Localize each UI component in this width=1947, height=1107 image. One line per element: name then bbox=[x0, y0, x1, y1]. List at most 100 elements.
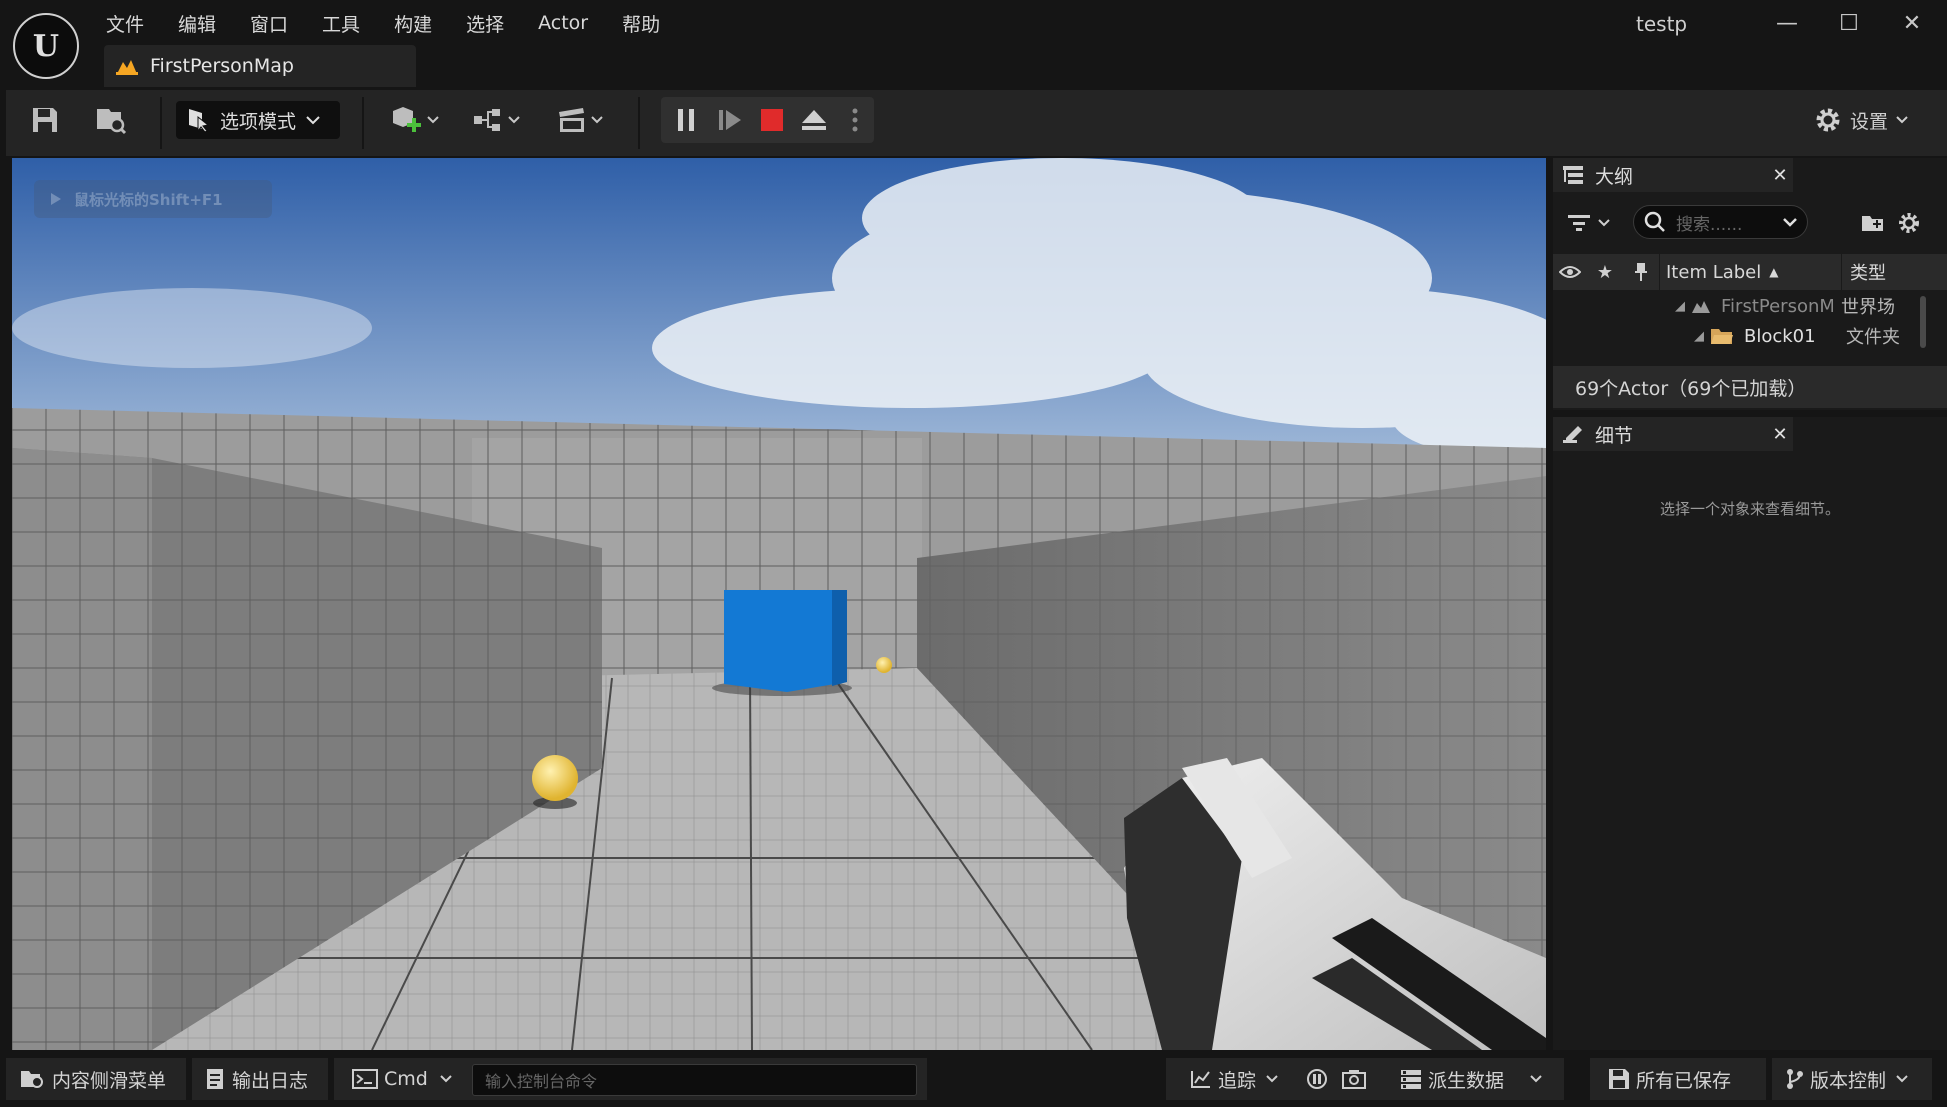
source-control-dropdown[interactable]: 版本控制 bbox=[1786, 1058, 1908, 1100]
chevron-down-icon bbox=[440, 1075, 452, 1083]
browse-content-icon[interactable] bbox=[92, 100, 130, 140]
add-folder-icon[interactable] bbox=[1858, 207, 1888, 239]
derived-data-dropdown[interactable]: 派生数据 bbox=[1400, 1058, 1542, 1100]
expand-arrow-icon[interactable]: ◢ bbox=[1694, 329, 1704, 344]
play-options-button[interactable] bbox=[844, 100, 866, 140]
save-all-label: 所有已保存 bbox=[1636, 1069, 1732, 1092]
yellow-sphere-far[interactable] bbox=[876, 657, 892, 673]
settings-dropdown[interactable]: 设置 bbox=[1814, 101, 1908, 139]
console-command-input[interactable]: 输入控制台命令 bbox=[472, 1064, 917, 1096]
menu-window[interactable]: 窗口 bbox=[250, 10, 288, 37]
level-tab[interactable]: FirstPersonMap bbox=[104, 45, 416, 87]
eye-icon[interactable] bbox=[1553, 265, 1587, 279]
cmd-dropdown[interactable]: Cmd bbox=[352, 1058, 452, 1100]
minimize-button[interactable]: — bbox=[1767, 8, 1807, 38]
sort-ascending-icon: ▲ bbox=[1769, 265, 1779, 279]
column-type[interactable]: 类型 bbox=[1841, 254, 1886, 290]
outliner-row[interactable]: ◢ FirstPersonM 世界场 bbox=[1553, 291, 1947, 321]
stop-icon bbox=[761, 109, 783, 131]
branch-icon bbox=[1786, 1068, 1804, 1090]
save-all-button[interactable]: 所有已保存 bbox=[1608, 1058, 1731, 1100]
gear-icon[interactable] bbox=[1894, 207, 1924, 239]
stop-button[interactable] bbox=[754, 100, 790, 140]
toolbar-separator bbox=[362, 97, 364, 149]
cinematics-dropdown[interactable] bbox=[552, 100, 608, 140]
details-empty-message: 选择一个对象来查看细节。 bbox=[1659, 500, 1840, 518]
outliner-row-type: 世界场 bbox=[1841, 297, 1895, 318]
filter-dropdown[interactable] bbox=[1568, 210, 1610, 236]
select-mode-icon bbox=[186, 107, 210, 133]
chevron-down-icon bbox=[427, 116, 439, 124]
search-placeholder: 搜索...... bbox=[1676, 214, 1743, 235]
play-icon bbox=[50, 192, 62, 206]
column-item-label[interactable]: Item Label ▲ bbox=[1659, 254, 1841, 290]
expand-arrow-icon[interactable]: ◢ bbox=[1675, 299, 1685, 314]
add-actor-dropdown[interactable] bbox=[386, 100, 442, 140]
chevron-down-icon bbox=[1896, 1075, 1908, 1083]
screenshot-button[interactable] bbox=[1342, 1058, 1366, 1100]
details-tab[interactable]: 细节 ✕ bbox=[1553, 417, 1793, 451]
menu-edit[interactable]: 编辑 bbox=[178, 10, 216, 37]
menu-build[interactable]: 构建 bbox=[394, 10, 432, 37]
frame-advance-icon bbox=[719, 110, 741, 130]
level-tab-label: FirstPersonMap bbox=[150, 55, 294, 77]
world-icon bbox=[1691, 298, 1711, 314]
trace-dropdown[interactable]: 追踪 bbox=[1190, 1058, 1278, 1100]
frame-skip-button[interactable] bbox=[712, 100, 748, 140]
output-log-button[interactable]: 输出日志 bbox=[206, 1058, 308, 1100]
pause-button[interactable] bbox=[668, 100, 704, 140]
unreal-logo-icon[interactable]: U bbox=[13, 13, 79, 79]
close-window-button[interactable]: ✕ bbox=[1892, 8, 1932, 38]
settings-label: 设置 bbox=[1850, 110, 1889, 133]
chevron-down-icon[interactable] bbox=[1783, 217, 1797, 227]
outliner-scrollbar[interactable] bbox=[1920, 296, 1926, 348]
outliner-row-label: Block01 bbox=[1744, 325, 1816, 347]
content-drawer-icon bbox=[20, 1068, 46, 1090]
outliner-row[interactable]: ◢ Block01 文件夹 bbox=[1553, 321, 1947, 351]
menu-file[interactable]: 文件 bbox=[106, 10, 144, 37]
viewport-hint: 鼠标光标的Shift+F1 bbox=[34, 180, 272, 218]
outliner-tab[interactable]: 大纲 ✕ bbox=[1553, 158, 1793, 192]
menu-bar: 文件 编辑 窗口 工具 构建 选择 Actor 帮助 bbox=[106, 8, 694, 38]
blue-cube[interactable] bbox=[724, 590, 847, 692]
log-icon bbox=[206, 1068, 224, 1090]
camera-icon bbox=[1342, 1070, 1366, 1089]
maximize-button[interactable]: ☐ bbox=[1829, 8, 1869, 38]
outliner-column-header: ★ Item Label ▲ 类型 bbox=[1553, 254, 1947, 290]
actor-count: 69个Actor（69个已加载） bbox=[1553, 366, 1947, 408]
outliner-row-label: FirstPersonM bbox=[1721, 295, 1833, 317]
more-vertical-icon bbox=[852, 108, 858, 132]
save-icon[interactable] bbox=[26, 100, 64, 140]
eject-button[interactable] bbox=[796, 100, 832, 140]
chevron-down-icon bbox=[1530, 1075, 1542, 1083]
content-drawer-label: 内容侧滑菜单 bbox=[52, 1069, 167, 1092]
level-map-icon bbox=[116, 57, 138, 75]
filter-icon bbox=[1568, 214, 1592, 232]
trace-icon bbox=[1190, 1069, 1212, 1089]
menu-select[interactable]: 选择 bbox=[466, 10, 504, 37]
trace-label: 追踪 bbox=[1218, 1069, 1257, 1092]
blueprint-dropdown[interactable] bbox=[468, 100, 524, 140]
outliner-icon bbox=[1563, 165, 1585, 185]
project-name: testp bbox=[1636, 12, 1688, 36]
pin-icon[interactable] bbox=[1623, 262, 1659, 282]
content-drawer-button[interactable]: 内容侧滑菜单 bbox=[20, 1058, 166, 1100]
record-trace-button[interactable] bbox=[1306, 1058, 1328, 1100]
close-icon[interactable]: ✕ bbox=[1767, 165, 1793, 186]
menu-tools[interactable]: 工具 bbox=[322, 10, 360, 37]
folder-icon bbox=[1710, 327, 1734, 345]
menu-help[interactable]: 帮助 bbox=[622, 10, 660, 37]
star-icon[interactable]: ★ bbox=[1587, 262, 1623, 283]
menu-actor[interactable]: Actor bbox=[538, 12, 588, 34]
yellow-sphere[interactable] bbox=[532, 755, 578, 801]
level-viewport[interactable]: 鼠标光标的Shift+F1 bbox=[12, 158, 1546, 1050]
outliner-search-input[interactable]: 搜索...... bbox=[1633, 205, 1808, 239]
close-icon[interactable]: ✕ bbox=[1767, 424, 1793, 445]
record-icon bbox=[1307, 1069, 1327, 1089]
selection-mode-dropdown[interactable]: 选项模式 bbox=[176, 101, 340, 139]
toolbar-separator bbox=[160, 97, 162, 149]
clapperboard-icon bbox=[557, 106, 587, 134]
source-control-label: 版本控制 bbox=[1810, 1069, 1887, 1092]
derived-data-icon bbox=[1400, 1068, 1422, 1090]
viewport-scene bbox=[12, 158, 1546, 1050]
